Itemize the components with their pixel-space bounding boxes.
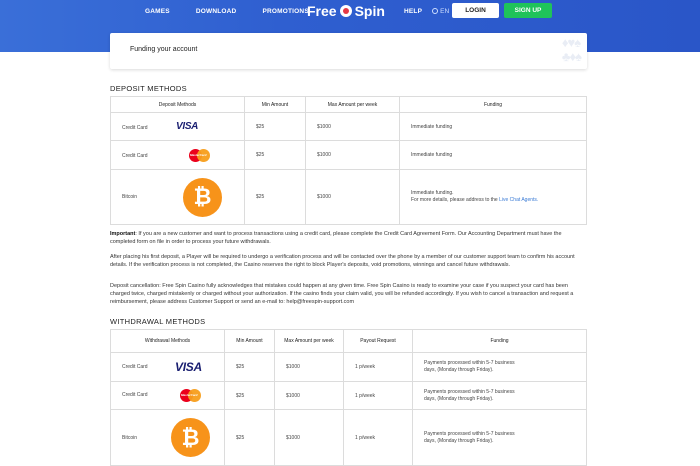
logo-text-left: Free xyxy=(307,3,337,19)
globe-icon xyxy=(432,8,439,14)
column-header: Funding xyxy=(399,96,587,113)
table-row: Bitcoin ₿ $25 $1000 1 p/week Payments pr… xyxy=(110,409,587,466)
max-cell: $1000 xyxy=(274,352,344,382)
column-header: Max Amount per week xyxy=(305,96,400,113)
funding-details: For more details, please address to the … xyxy=(411,197,539,203)
method-cell: Credit Card VISA xyxy=(110,112,245,141)
column-header: Max Amount per week xyxy=(274,329,344,353)
max-cell: $1000 xyxy=(305,112,400,141)
logo-mark-icon xyxy=(339,5,352,17)
column-header: Funding xyxy=(412,329,587,353)
visa-logo-icon: VISA xyxy=(175,121,199,132)
table-header-row: Deposit Methods Min Amount Max Amount pe… xyxy=(110,96,587,113)
signup-button[interactable]: SIGN UP xyxy=(504,3,552,18)
nav-games[interactable]: GAMES xyxy=(145,8,170,15)
min-cell: $25 xyxy=(224,381,275,410)
page-title-card: Funding your account ♦♥♠ ♣♦♠ xyxy=(110,33,587,69)
method-cell: Bitcoin ₿ xyxy=(110,169,245,225)
language-label: EN xyxy=(440,7,450,15)
max-cell: $1000 xyxy=(305,140,400,170)
nav-help[interactable]: HELP xyxy=(404,8,422,15)
visa-logo-icon: VISA xyxy=(175,360,202,374)
payout-cell: 1 p/week xyxy=(343,409,413,466)
min-cell: $25 xyxy=(244,140,306,170)
page-title: Funding your account xyxy=(130,46,198,53)
min-cell: $25 xyxy=(244,112,306,141)
site-logo[interactable]: Free Spin xyxy=(307,1,385,21)
funding-cell: Payments processed within 5-7 business d… xyxy=(412,352,587,382)
live-chat-link[interactable]: Live Chat Agents. xyxy=(499,197,538,203)
max-cell: $1000 xyxy=(274,409,344,466)
method-name: Credit Card xyxy=(122,392,148,398)
table-row: Credit Card MasterCard $25 $1000 1 p/wee… xyxy=(110,381,587,410)
table-row: Bitcoin ₿ $25 $1000 Immediate funding. F… xyxy=(110,169,587,225)
method-name: Bitcoin xyxy=(122,194,138,200)
important-text: : If you are a new customer and want to … xyxy=(110,231,562,245)
nav-download[interactable]: DOWNLOAD xyxy=(196,8,237,15)
important-label: Important xyxy=(110,231,136,237)
column-header: Withdrawal Methods xyxy=(110,329,225,353)
table-row: Credit Card VISA $25 $1000 Immediate fun… xyxy=(110,112,587,141)
method-name: Credit Card xyxy=(122,152,148,159)
funding-cell: Immediate funding xyxy=(399,140,587,170)
column-header: Deposit Methods xyxy=(110,96,245,113)
column-header: Min Amount xyxy=(224,329,275,353)
cancellation-notice: Deposit cancellation: Free Spin Casino f… xyxy=(110,283,574,305)
deposit-table: Deposit Methods Min Amount Max Amount pe… xyxy=(110,96,587,225)
mastercard-logo-icon: MasterCard xyxy=(188,148,210,162)
column-header: Min Amount xyxy=(244,96,306,113)
table-header-row: Withdrawal Methods Min Amount Max Amount… xyxy=(110,329,587,353)
card-suits-decoration-icon: ♦♥♠ ♣♦♠ xyxy=(561,35,582,64)
method-cell: Credit Card VISA xyxy=(110,352,225,382)
payout-cell: 1 p/week xyxy=(343,352,413,382)
max-cell: $1000 xyxy=(305,169,400,225)
bitcoin-logo-icon: ₿ xyxy=(183,177,223,217)
bitcoin-logo-icon: ₿ xyxy=(171,418,210,457)
column-header: Payout Request xyxy=(343,329,413,353)
language-selector[interactable]: EN xyxy=(432,8,449,15)
important-notice: Important: If you are a new customer and… xyxy=(110,231,587,247)
table-row: Credit Card MasterCard $25 $1000 Immedia… xyxy=(110,140,587,170)
min-cell: $25 xyxy=(244,169,306,225)
logo-text-right: Spin xyxy=(354,3,385,19)
login-button[interactable]: LOGIN xyxy=(452,3,499,18)
utility-nav: HELP EN xyxy=(404,0,459,22)
payout-cell: 1 p/week xyxy=(343,381,413,410)
method-name: Credit Card xyxy=(122,125,148,131)
withdrawal-table: Withdrawal Methods Min Amount Max Amount… xyxy=(110,329,587,466)
deposit-section-title: DEPOSIT METHODS xyxy=(110,84,187,93)
method-cell: Credit Card MasterCard xyxy=(110,140,245,170)
min-cell: $25 xyxy=(224,409,275,466)
verification-notice: After placing his first deposit, a Playe… xyxy=(110,254,575,268)
mastercard-logo-icon: MasterCard xyxy=(180,389,201,402)
nav-promotions[interactable]: PROMOTIONS xyxy=(262,8,308,15)
table-row: Credit Card VISA $25 $1000 1 p/week Paym… xyxy=(110,352,587,382)
funding-cell: Payments processed within 5-7 business d… xyxy=(412,409,587,466)
method-cell: Credit Card MasterCard xyxy=(110,381,225,410)
funding-cell: Immediate funding xyxy=(399,112,587,141)
withdrawal-section-title: WITHDRAWAL METHODS xyxy=(110,317,206,326)
min-cell: $25 xyxy=(224,352,275,382)
funding-cell: Immediate funding. For more details, ple… xyxy=(399,169,587,225)
method-cell: Bitcoin ₿ xyxy=(110,409,225,466)
method-name: Credit Card xyxy=(122,363,148,370)
funding-cell: Payments processed within 5-7 business d… xyxy=(412,381,587,410)
funding-text: Immediate funding. xyxy=(411,190,454,196)
max-cell: $1000 xyxy=(274,381,344,410)
method-name: Bitcoin xyxy=(122,434,138,441)
